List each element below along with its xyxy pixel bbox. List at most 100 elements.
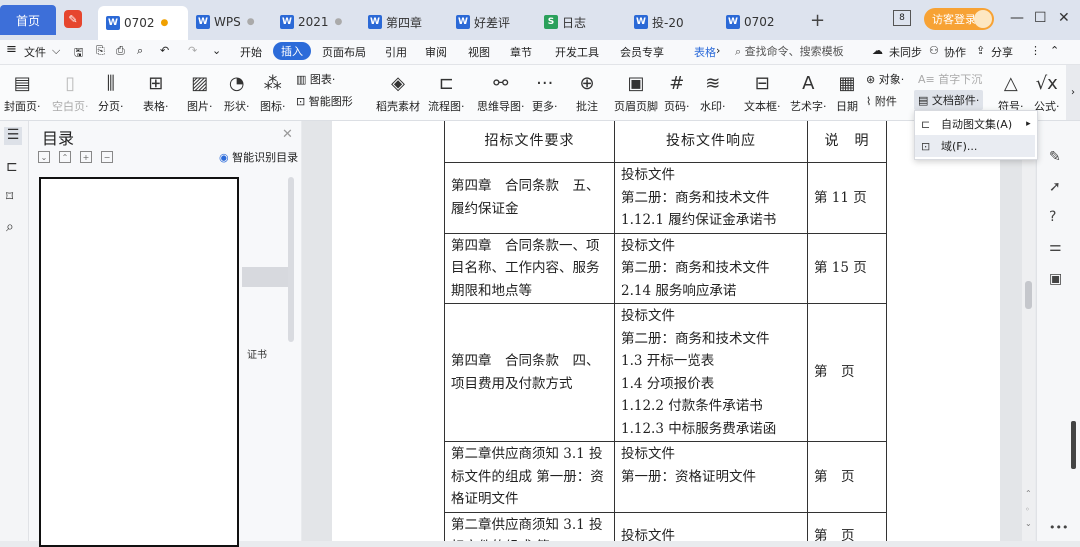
picture-button[interactable]: ▨ 图片· xyxy=(187,65,213,120)
chart-button[interactable]: ▥ 图表· xyxy=(296,71,335,87)
drop-cap-button[interactable]: A≡ 首字下沉 xyxy=(918,71,982,87)
menu-member[interactable]: 会员专享 xyxy=(620,44,664,60)
mindmap-button[interactable]: ⚯ 思维导图· xyxy=(477,65,525,120)
wps-logo-icon[interactable]: ✎ xyxy=(64,10,82,28)
table-cell[interactable]: 第二章供应商须知 3.1 投标文件的组成 第一册：资格证明文件 xyxy=(444,441,615,513)
bookmark-icon[interactable]: ⌑ xyxy=(6,189,13,205)
side-scroll-handle[interactable] xyxy=(1071,421,1076,469)
more-button[interactable]: ··· 更多· xyxy=(532,65,558,120)
table-cell[interactable]: 第 15 页 xyxy=(807,232,887,304)
autotext-menu-item[interactable]: ⊏ 自动图文集(A) ▸ xyxy=(915,113,1035,135)
find-icon[interactable]: ⌕ xyxy=(6,219,14,235)
scroll-thumb[interactable] xyxy=(1025,281,1032,309)
table-cell[interactable]: 投标文件 xyxy=(614,511,808,541)
cover-page-button[interactable]: ▤ 封面页· xyxy=(4,65,41,120)
redo-icon[interactable]: ↷ xyxy=(188,44,197,57)
page-counter-badge[interactable]: 8 xyxy=(893,10,911,26)
table-button[interactable]: ⊞ 表格· xyxy=(143,65,169,120)
clipboard-icon[interactable]: ▣ xyxy=(1049,271,1062,287)
document-page[interactable]: 招标文件要求 投标文件响应 说 明 第四章 合同条款 五、履约保证金 投标文件 … xyxy=(332,121,1000,541)
toc-scrollbar[interactable] xyxy=(288,177,294,342)
table-cell[interactable]: 第 11 页 xyxy=(807,162,887,234)
tab-bid[interactable]: W 投-20 xyxy=(626,8,718,36)
menu-scroll-right-icon[interactable]: › xyxy=(716,44,720,57)
tab-wps[interactable]: W WPS ● xyxy=(188,8,272,36)
tab-2021[interactable]: W 2021 ● xyxy=(272,8,360,36)
navigation-icon[interactable]: ⊏ xyxy=(6,159,18,175)
tab-log[interactable]: S 日志 xyxy=(536,8,626,36)
table-cell[interactable]: 投标文件 第二册：商务和技术文件 2.14 服务响应承诺 xyxy=(614,232,808,304)
tab-0702-b[interactable]: W 0702 xyxy=(718,8,804,36)
table-cell[interactable]: 第四章 合同条款 五、履约保证金 xyxy=(444,162,615,234)
menu-view[interactable]: 视图 xyxy=(468,44,490,60)
new-tab-plus-icon[interactable]: + xyxy=(810,10,825,31)
header-footer-button[interactable]: ▣ 页眉页脚 xyxy=(614,65,658,120)
blank-page-button[interactable]: ▯ 空白页· xyxy=(52,65,89,120)
unsync-label[interactable]: 未同步 xyxy=(889,44,922,60)
comment-button[interactable]: ⊕ 批注 xyxy=(576,65,598,120)
menu-review[interactable]: 审阅 xyxy=(425,44,447,60)
toc-item-text[interactable]: 证书 xyxy=(247,346,267,361)
table-cell[interactable]: 第四章 合同条款一、项目名称、工作内容、服务期限和地点等 xyxy=(444,232,615,304)
more-dots-icon[interactable]: ••• xyxy=(1049,521,1068,534)
header-cell[interactable]: 招标文件要求 xyxy=(444,121,615,163)
attachment-button[interactable]: ⌇ 附件 xyxy=(866,93,897,109)
print-preview-icon[interactable]: ⌕ xyxy=(137,44,143,58)
menu-chapter[interactable]: 章节 xyxy=(510,44,532,60)
tab-chapter4[interactable]: W 第四章 xyxy=(360,8,448,36)
chevron-down-icon[interactable]: ⌵ xyxy=(52,44,60,58)
field-menu-item[interactable]: ⊡ 域(F)... xyxy=(915,135,1035,157)
share-icon[interactable]: ⇪ xyxy=(976,44,985,57)
menu-insert[interactable]: 插入 xyxy=(273,42,311,60)
restore-icon[interactable]: ☐ xyxy=(1034,10,1047,26)
home-tab[interactable]: 首页 xyxy=(0,5,56,35)
guest-login-button[interactable]: 访客登录 xyxy=(924,8,994,30)
menu-start[interactable]: 开始 xyxy=(240,44,262,60)
minimize-icon[interactable]: — xyxy=(1010,10,1024,26)
table-cell[interactable]: 第四章 合同条款 四、项目费用及付款方式 xyxy=(444,303,615,442)
menu-reference[interactable]: 引用 xyxy=(385,44,407,60)
header-cell[interactable]: 说 明 xyxy=(807,121,887,163)
hamburger-menu-icon[interactable]: ≡ xyxy=(6,42,17,57)
collapse-all-icon[interactable]: ⌄ xyxy=(38,151,50,163)
menu-developer[interactable]: 开发工具 xyxy=(555,44,599,60)
smartart-button[interactable]: ⊡ 智能图形 xyxy=(296,93,353,109)
select-browse-icon[interactable]: ◦ xyxy=(1025,505,1030,514)
shape-button[interactable]: ◔ 形状· xyxy=(224,65,250,120)
table-cell[interactable]: 第 页 xyxy=(807,511,887,541)
material-button[interactable]: ◈ 稻壳素材 xyxy=(376,65,420,120)
page-number-button[interactable]: # 页码· xyxy=(664,65,690,120)
menu-table[interactable]: 表格 xyxy=(694,44,716,60)
wordart-button[interactable]: A 艺术字· xyxy=(790,65,827,120)
add-item-icon[interactable]: + xyxy=(80,151,92,163)
toc-panel-icon[interactable]: ☰ xyxy=(4,127,22,145)
more-vertical-icon[interactable]: ⋮ xyxy=(1030,44,1041,57)
doc-parts-button[interactable]: ▤ 文档部件· xyxy=(914,90,984,110)
cursor-icon[interactable]: ➚ xyxy=(1049,179,1061,195)
remove-item-icon[interactable]: − xyxy=(101,151,113,163)
command-search[interactable]: ⌕ 查找命令、搜索模板 xyxy=(735,43,844,59)
table-cell[interactable]: 投标文件 第一册：资格证明文件 xyxy=(614,441,808,513)
table-cell[interactable]: 第 页 xyxy=(807,303,887,442)
table-cell[interactable]: 投标文件 第二册：商务和技术文件 1.12.1 履约保证金承诺书 xyxy=(614,162,808,234)
page-thumbnail[interactable] xyxy=(39,177,239,547)
quick-access-dropdown-icon[interactable]: ⌄ xyxy=(212,44,221,57)
help-icon[interactable]: ? xyxy=(1049,209,1056,225)
header-cell[interactable]: 投标文件响应 xyxy=(614,121,808,163)
cloud-sync-icon[interactable]: ☁ xyxy=(872,44,883,57)
print-icon[interactable]: ⎙ xyxy=(116,44,125,58)
save-icon[interactable]: 🖫 xyxy=(74,44,83,63)
close-icon[interactable]: ✕ xyxy=(282,127,293,142)
collapse-ribbon-icon[interactable]: ⌃ xyxy=(1050,44,1059,57)
collab-label[interactable]: 协作 xyxy=(944,44,966,60)
textbox-button[interactable]: ⊟ 文本框· xyxy=(744,65,781,120)
table-cell[interactable]: 第二章供应商须知 3.1 投标文件的组成 第一 xyxy=(444,511,615,541)
icon-button[interactable]: ⁂ 图标· xyxy=(260,65,286,120)
menu-layout[interactable]: 页面布局 xyxy=(322,44,366,60)
undo-icon[interactable]: ↶ xyxy=(160,44,169,57)
toc-selected-item[interactable] xyxy=(242,267,288,287)
smart-toc-button[interactable]: ◉ 智能识别目录 xyxy=(219,149,298,165)
share-label[interactable]: 分享 xyxy=(991,44,1013,60)
document-scrollbar[interactable]: ⌃ ◦ ⌄ xyxy=(1022,121,1035,541)
format-painter-icon[interactable]: ⎘ xyxy=(96,44,105,58)
